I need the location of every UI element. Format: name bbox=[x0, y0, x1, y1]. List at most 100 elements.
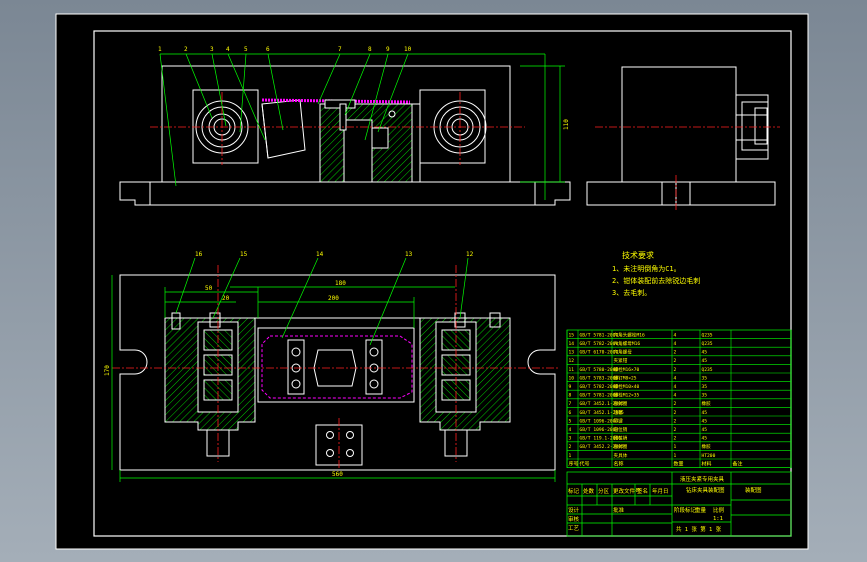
dim-center-span: 180 bbox=[335, 280, 346, 287]
bom-cell-qty: 2 bbox=[674, 410, 677, 416]
bom-cell-name: 密封圈 bbox=[614, 443, 628, 450]
tb-label-zone: 分区 bbox=[598, 487, 610, 495]
tb-label-review: 审核 bbox=[568, 515, 580, 523]
bom-cell-mat: Q235 bbox=[702, 367, 713, 373]
bom-cell-no: 12 bbox=[569, 358, 575, 364]
dim-inner-span: 200 bbox=[328, 295, 339, 302]
bom-cell-name: 六角螺母 bbox=[614, 349, 633, 356]
bom-cell-name: 六角螺母M16 bbox=[614, 340, 641, 347]
bom-cell-name: 螺栓M16×70 bbox=[614, 366, 640, 373]
bom-header-note: 备注 bbox=[733, 460, 743, 467]
callout-6: 6 bbox=[266, 46, 270, 53]
bom-cell-name: 圆柱销 bbox=[614, 435, 628, 442]
bom-cell-mat: 45 bbox=[702, 350, 708, 356]
bom-cell-no: 15 bbox=[569, 332, 575, 338]
drawing-number: 装配图 bbox=[745, 486, 762, 494]
tb-label-date: 年月日 bbox=[652, 487, 669, 495]
dim-front-height: 110 bbox=[563, 119, 570, 130]
callout-7: 7 bbox=[338, 46, 342, 53]
bom-cell-mat: 橡胶 bbox=[702, 400, 712, 407]
bom-cell-name: 密封圈 bbox=[614, 400, 628, 407]
tech-req-item-2: 2、钳体装配前去除锐边毛刺 bbox=[612, 276, 700, 285]
tb-label-process: 工艺 bbox=[568, 525, 580, 532]
tb-label-design: 设计 bbox=[568, 506, 580, 514]
tb-label-approve: 批准 bbox=[613, 506, 625, 514]
tb-label-scale: 比例 bbox=[713, 506, 725, 514]
bom-cell-no: 14 bbox=[569, 341, 575, 347]
bom-cell-mat: 35 bbox=[702, 384, 708, 390]
bom-cell-mat: Q235 bbox=[702, 332, 713, 338]
tb-scale: 1:1 bbox=[713, 516, 723, 522]
bom-header-mat: 材料 bbox=[702, 460, 712, 467]
tb-label-stage: 阶段标记 bbox=[674, 506, 697, 514]
callout-8: 8 bbox=[368, 46, 372, 53]
bom-cell-no: 6 bbox=[569, 410, 572, 416]
bom-cell-qty: 4 bbox=[674, 332, 677, 338]
callout-2: 2 bbox=[184, 46, 188, 53]
bom-cell-qty: 4 bbox=[674, 341, 677, 347]
bom-cell-qty: 2 bbox=[674, 427, 677, 433]
bom-cell-no: 10 bbox=[569, 375, 575, 381]
callout-4: 4 bbox=[226, 46, 230, 53]
bom-cell-mat: 45 bbox=[702, 418, 708, 424]
bom-header-std: 代号 bbox=[580, 460, 590, 467]
cad-drawing: 1 2 3 4 5 6 7 8 9 10 110 560 50 20 200 1… bbox=[55, 13, 809, 550]
bom-cell-mat: HT200 bbox=[702, 453, 716, 459]
bom-cell-no: 1 bbox=[569, 453, 572, 459]
cad-viewport: 1 2 3 4 5 6 7 8 9 10 110 560 50 20 200 1… bbox=[0, 0, 867, 562]
bom-cell-name: 活塞 bbox=[614, 409, 624, 416]
tb-sheet: 共 1 张 第 1 张 bbox=[676, 525, 722, 533]
bom-cell-no: 7 bbox=[569, 401, 572, 407]
bom-cell-name: 螺钉M8×25 bbox=[614, 374, 637, 381]
bom-cell-no: 5 bbox=[569, 418, 572, 424]
callout-9: 9 bbox=[386, 46, 390, 53]
bom-cell-qty: 1 bbox=[674, 444, 677, 450]
bom-cell-qty: 4 bbox=[674, 384, 677, 390]
bom-cell-qty: 4 bbox=[674, 375, 677, 381]
bom-cell-mat: 35 bbox=[702, 393, 708, 399]
center-clamp-body bbox=[257, 327, 415, 403]
bom-cell-no: 8 bbox=[569, 393, 572, 399]
bom-cell-no: 3 bbox=[569, 436, 572, 442]
callout-16: 16 bbox=[195, 251, 203, 258]
bom-cell-no: 2 bbox=[569, 444, 572, 450]
bom-cell-name: 夹具体 bbox=[614, 452, 628, 459]
tb-label-mark: 标记 bbox=[568, 487, 580, 495]
bom-header-no: 序号 bbox=[569, 460, 579, 467]
bom-cell-qty: 2 bbox=[674, 401, 677, 407]
bom-cell-qty: 2 bbox=[674, 418, 677, 424]
bom-cell-mat: 45 bbox=[702, 358, 708, 364]
callout-10: 10 bbox=[404, 46, 412, 53]
bom-cell-qty: 4 bbox=[674, 393, 677, 399]
bom-cell-no: 11 bbox=[569, 367, 575, 373]
bom-cell-name: 螺栓M12×35 bbox=[614, 392, 640, 399]
tech-req-item-3: 3、去毛刺。 bbox=[612, 288, 651, 297]
bom-cell-name: 六角头螺栓M16 bbox=[614, 331, 646, 338]
tb-label-count: 处数 bbox=[583, 487, 595, 495]
bom-cell-no: 13 bbox=[569, 350, 575, 356]
bom-cell-no: 4 bbox=[569, 427, 572, 433]
tech-req-item-1: 1、未注明倒角为C1。 bbox=[612, 264, 681, 273]
callout-3: 3 bbox=[210, 46, 214, 53]
left-clamp-jaw bbox=[261, 99, 306, 159]
callout-12: 12 bbox=[466, 251, 474, 258]
bom-header-name: 名称 bbox=[614, 460, 624, 467]
bom-cell-name: 螺栓M10×40 bbox=[614, 383, 640, 390]
drawing-subtitle: 钻床夹具装配图 bbox=[686, 486, 725, 494]
bom-cell-no: 9 bbox=[569, 384, 572, 390]
dim-left-offset: 50 bbox=[205, 285, 213, 292]
bom-cell-qty: 2 bbox=[674, 367, 677, 373]
bom-cell-name: 定位销 bbox=[614, 426, 628, 433]
bom-cell-qty: 2 bbox=[674, 350, 677, 356]
tb-label-sign: 签名 bbox=[637, 487, 648, 495]
callout-1: 1 bbox=[158, 46, 162, 53]
bom-cell-mat: 35 bbox=[702, 375, 708, 381]
callout-13: 13 bbox=[405, 251, 413, 258]
bom-cell-mat: Q235 bbox=[702, 341, 713, 347]
bom-cell-mat: 45 bbox=[702, 410, 708, 416]
callout-14: 14 bbox=[316, 251, 324, 258]
bom-cell-mat: 45 bbox=[702, 436, 708, 442]
bom-cell-name: 夹紧钳 bbox=[614, 357, 628, 364]
dim-top-depth: 170 bbox=[104, 365, 111, 376]
bom-cell-name: 平键 bbox=[614, 417, 624, 424]
